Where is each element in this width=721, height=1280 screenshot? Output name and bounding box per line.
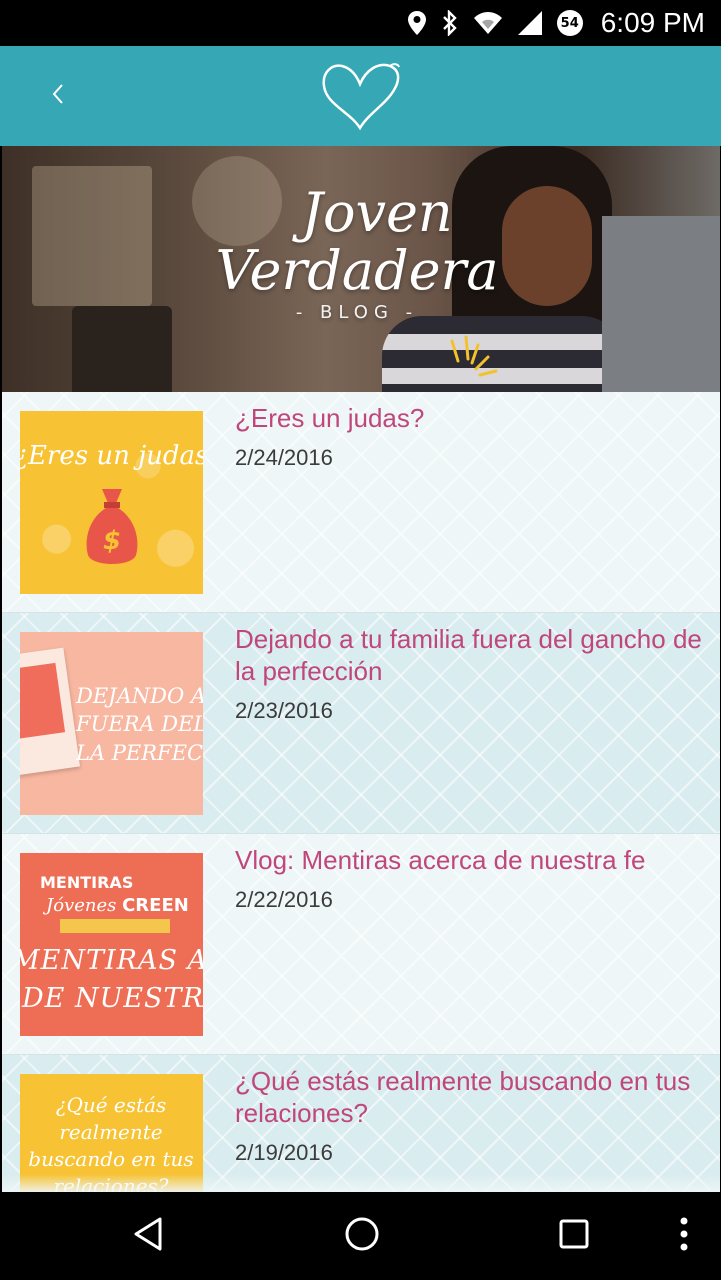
nav-back-button[interactable] [112, 1192, 184, 1280]
post-date: 2/19/2016 [235, 1140, 333, 1165]
nav-home-button[interactable] [326, 1192, 398, 1280]
post-title[interactable]: ¿Eres un judas? [235, 402, 705, 434]
nav-overflow-button[interactable] [664, 1192, 704, 1280]
post-date: 2/24/2016 [235, 445, 333, 470]
sparkle-icon [442, 331, 512, 392]
thumbnail-text-line: LA PERFECC [76, 740, 203, 765]
overflow-dots-icon [680, 1217, 688, 1256]
svg-text:$: $ [103, 526, 121, 556]
heart-outline-icon [320, 60, 402, 132]
post-thumbnail[interactable]: MENTIRAS Jóvenes CREEN MENTIRAS ACERCA D… [20, 853, 203, 1036]
thumbnail-text-word: CREEN [122, 895, 189, 916]
back-triangle-icon [132, 1216, 164, 1257]
blog-logo-text: Joven Verdadera - BLOG - [192, 186, 522, 322]
chevron-left-icon [50, 83, 66, 110]
cell-signal-icon [517, 10, 543, 36]
post-title[interactable]: Dejando a tu familia fuera del gancho de… [235, 623, 705, 687]
thumbnail-text: DEJANDO A TU FUERA DEL GA LA PERFECC [76, 682, 203, 767]
wifi-icon [473, 11, 503, 35]
post-thumbnail[interactable]: ¿Eres un judas? $ [20, 411, 203, 594]
post-list-item[interactable]: MENTIRAS Jóvenes CREEN MENTIRAS ACERCA D… [2, 834, 720, 1055]
blog-banner: Joven Verdadera - BLOG - [2, 146, 720, 392]
back-button[interactable] [38, 76, 78, 116]
nav-recents-button[interactable] [538, 1192, 610, 1280]
banner-chair [72, 306, 172, 392]
blog-title-line1: Joven [301, 181, 453, 244]
blog-subtitle: - BLOG - [295, 302, 419, 323]
post-thumbnail[interactable]: DEJANDO A TU FUERA DEL GA LA PERFECC [20, 632, 203, 815]
thumbnail-text: MENTIRAS ACERCA [20, 945, 203, 976]
recents-square-icon [558, 1218, 590, 1255]
post-list-item[interactable]: ¿Eres un judas? $ ¿Eres un judas? 2/24/2… [2, 392, 720, 613]
battery-level-badge: 54 [556, 10, 583, 36]
thumbnail-text: DE NUESTRA FE [22, 983, 203, 1014]
post-list[interactable]: ¿Eres un judas? $ ¿Eres un judas? 2/24/2… [2, 392, 720, 1192]
bluetooth-icon [441, 10, 459, 36]
post-date: 2/23/2016 [235, 698, 333, 723]
status-time: 6:09 PM [600, 7, 705, 38]
thumbnail-ribbon [60, 919, 170, 933]
blog-title-line2: Verdadera [215, 239, 499, 302]
thumbnail-text: ¿Eres un judas? [20, 441, 203, 471]
thumbnail-text-line: DEJANDO A TU [76, 684, 203, 708]
banner-laptop [602, 216, 720, 392]
post-list-item[interactable]: DEJANDO A TU FUERA DEL GA LA PERFECC Dejan… [2, 613, 720, 834]
polaroid-photo [20, 647, 81, 777]
app-bar [0, 46, 721, 146]
thumbnail-text: MENTIRAS [40, 873, 134, 892]
post-title[interactable]: ¿Qué estás realmente buscando en tus rel… [235, 1065, 705, 1129]
money-bag-icon: $ [82, 485, 142, 573]
location-pin-icon [407, 10, 427, 36]
thumbnail-text: Jóvenes CREEN [46, 895, 189, 916]
thumbnail-text-word: Jóvenes [46, 895, 117, 916]
post-title[interactable]: Vlog: Mentiras acerca de nuestra fe [235, 844, 705, 876]
thumbnail-text-line: FUERA DEL GA [76, 712, 203, 737]
list-fade [2, 1174, 720, 1192]
status-bar: 54 6:09 PM [0, 0, 721, 46]
banner-window [32, 166, 152, 306]
home-circle-icon [344, 1216, 380, 1257]
system-nav-bar [0, 1192, 721, 1280]
post-date: 2/22/2016 [235, 887, 333, 912]
post-list-item[interactable]: ¿Qué estás realmente buscando en tus rel… [2, 1055, 720, 1192]
